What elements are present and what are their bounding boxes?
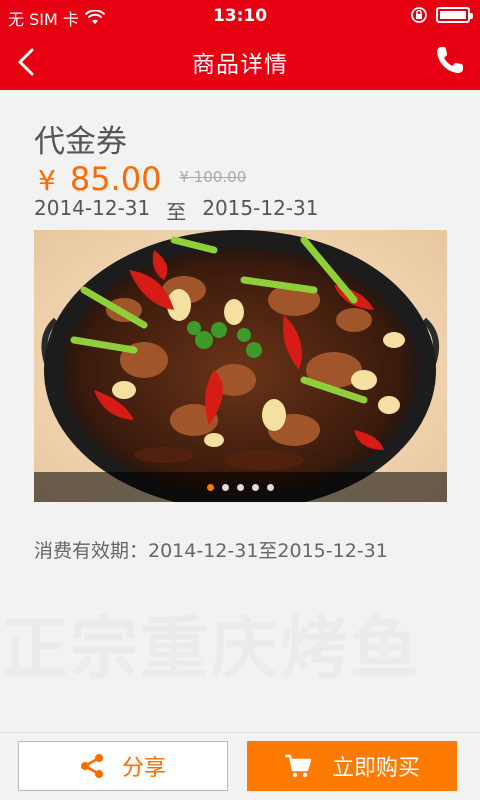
carousel-dot[interactable] xyxy=(237,483,244,491)
buy-now-label: 立即购买 xyxy=(331,756,420,781)
nav-bar: 商品详情 xyxy=(0,32,480,90)
phone-icon xyxy=(437,47,463,73)
carousel-dot[interactable] xyxy=(222,483,229,491)
currency-symbol: ¥ xyxy=(38,164,56,197)
product-image-carousel[interactable] xyxy=(34,230,447,502)
carousel-indicator-bar xyxy=(34,472,447,502)
rotation-lock-icon xyxy=(411,7,427,23)
price-row: ¥ 85.00 ¥ 100.00 xyxy=(38,160,246,198)
battery-icon xyxy=(436,7,473,23)
share-icon xyxy=(80,754,103,778)
watermark-text: 正宗重庆烤鱼 xyxy=(0,610,420,689)
original-price: ¥ 100.00 xyxy=(179,168,247,186)
end-date: 2015-12-31 xyxy=(202,196,319,220)
carousel-dot[interactable] xyxy=(252,483,259,491)
cart-icon xyxy=(284,754,312,778)
date-separator: 至 xyxy=(166,200,187,224)
brand-watermark-logo: 正宗重庆烤鱼 xyxy=(0,610,420,689)
page-title: 商品详情 xyxy=(192,52,288,78)
bottom-action-bar: 分享 立即购买 xyxy=(0,732,480,800)
share-label: 分享 xyxy=(121,756,166,781)
status-time: 13:10 xyxy=(212,6,268,26)
start-date: 2014-12-31 xyxy=(34,196,151,220)
date-range: 2014-12-31 至 2015-12-31 xyxy=(34,196,318,225)
validity-period: 消费有效期：2014-12-31至2015-12-31 xyxy=(34,540,388,562)
status-bar: 无 SIM 卡 13:10 xyxy=(0,0,480,32)
current-price: 85.00 xyxy=(69,160,162,198)
product-title: 代金券 xyxy=(34,124,127,160)
product-detail: 代金券 ¥ 85.00 ¥ 100.00 2014-12-31 至 2015-1… xyxy=(0,90,480,732)
dish-photo xyxy=(34,230,447,502)
carousel-dot[interactable] xyxy=(207,483,214,491)
share-button[interactable]: 分享 xyxy=(18,741,228,791)
carousel-dot[interactable] xyxy=(267,483,274,491)
call-button[interactable] xyxy=(434,44,466,76)
buy-now-button[interactable]: 立即购买 xyxy=(247,741,457,791)
